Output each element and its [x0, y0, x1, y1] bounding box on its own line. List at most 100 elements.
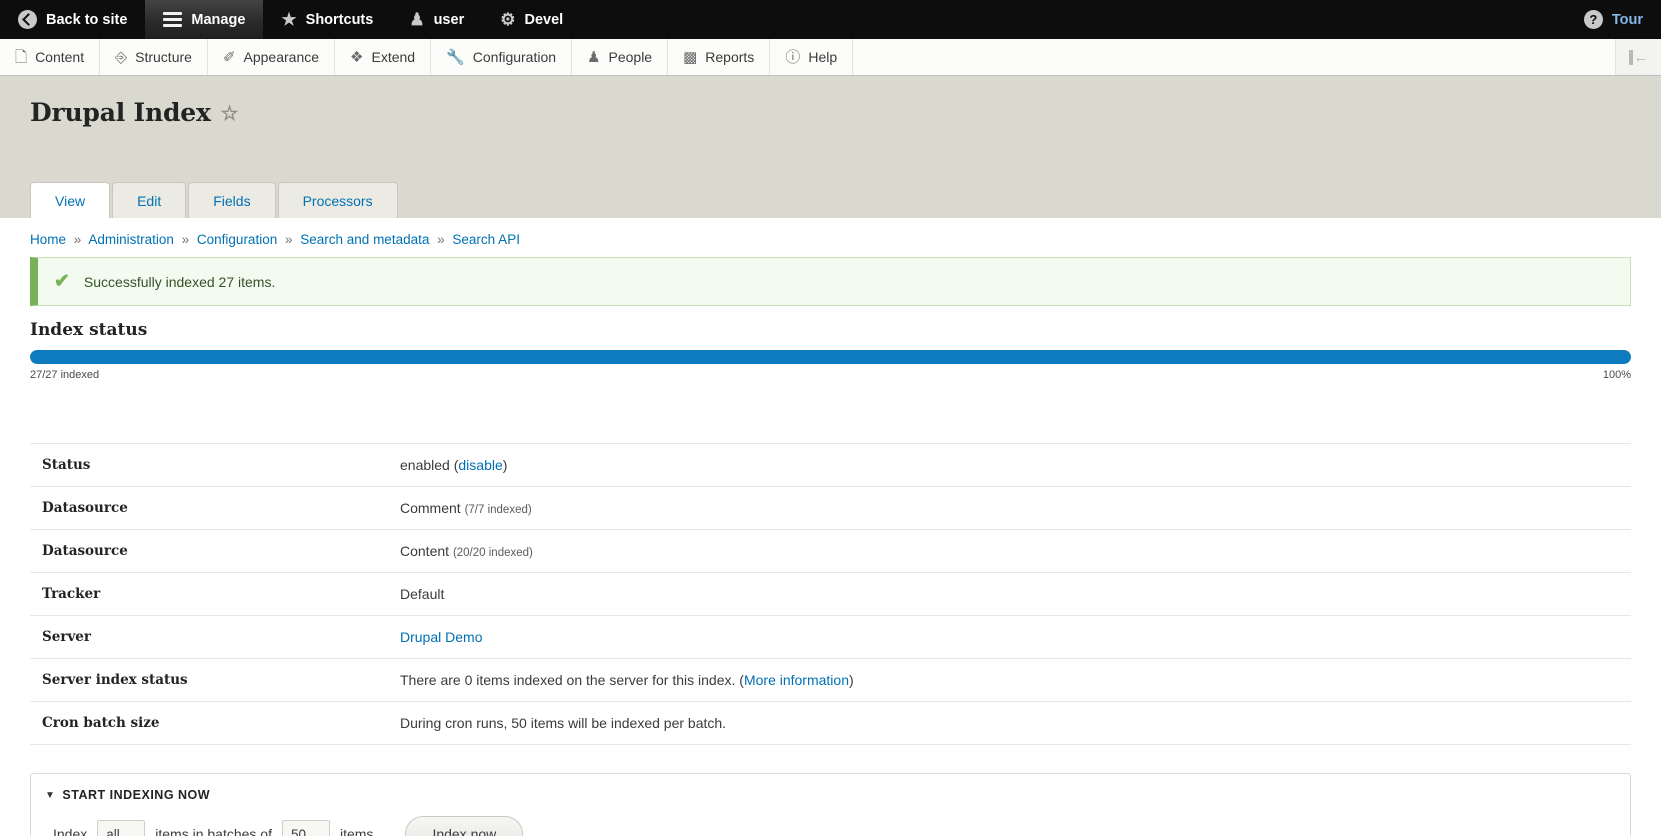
- toolbar-item-tour[interactable]: ? Tour: [1566, 0, 1661, 39]
- index-label-after: items: [339, 826, 374, 836]
- breadcrumb-item-search-api[interactable]: Search API: [452, 232, 520, 247]
- people-icon: ♟: [587, 48, 601, 66]
- breadcrumb-separator: »: [73, 232, 82, 247]
- row-value: Drupal Demo: [390, 616, 1631, 659]
- tab-fields[interactable]: Fields: [188, 182, 276, 218]
- main-content: Home » Administration » Configuration » …: [0, 218, 1661, 836]
- table-row: Status enabled (disable): [30, 443, 1631, 487]
- row-label: Status: [42, 457, 91, 473]
- toolbar-item-label: Manage: [191, 11, 246, 28]
- start-indexing-now-fieldset: ▼ START INDEXING NOW Index items in batc…: [30, 773, 1631, 836]
- table-row: Datasource Comment (7/7 indexed): [30, 487, 1631, 530]
- menu-item-content[interactable]: 🗋 Content: [0, 39, 101, 75]
- row-value-suffix: ): [502, 457, 508, 473]
- menu-item-label: Content: [35, 49, 85, 65]
- breadcrumb-item-search-and-metadata[interactable]: Search and metadata: [300, 232, 429, 247]
- toolbar-orientation-toggle[interactable]: ←: [1616, 39, 1661, 75]
- menu-item-label: Appearance: [243, 49, 320, 65]
- disable-link[interactable]: disable: [458, 457, 502, 473]
- toolbar-item-shortcuts[interactable]: ★ Shortcuts: [263, 0, 391, 39]
- table-row: Server index status There are 0 items in…: [30, 659, 1631, 702]
- menu-item-extend[interactable]: ❖ Extend: [335, 39, 432, 75]
- server-link[interactable]: Drupal Demo: [400, 629, 482, 645]
- menu-item-people[interactable]: ♟ People: [572, 39, 669, 75]
- table-row: Datasource Content (20/20 indexed): [30, 530, 1631, 573]
- menu-item-label: Configuration: [472, 49, 557, 65]
- tab-edit[interactable]: Edit: [112, 182, 187, 218]
- index-info-table: Status enabled (disable) Datasource Comm…: [30, 443, 1631, 745]
- menu-item-structure[interactable]: ⎆ Structure: [100, 39, 208, 75]
- menu-item-appearance[interactable]: ✐ Appearance: [208, 39, 336, 75]
- star-outline-icon[interactable]: ☆: [221, 103, 239, 123]
- progress-labels: 27/27 indexed 100%: [30, 369, 1631, 381]
- menu-item-label: Structure: [135, 49, 192, 65]
- status-message-text: Successfully indexed 27 items.: [83, 273, 276, 290]
- tab-processors[interactable]: Processors: [277, 182, 398, 218]
- toolbar-item-manage[interactable]: Manage: [145, 0, 264, 39]
- toolbar-item-label: Devel: [524, 11, 564, 28]
- hamburger-icon: [163, 12, 183, 27]
- breadcrumb-separator: »: [284, 232, 293, 247]
- gear-icon: ⚙: [500, 10, 516, 29]
- index-now-button[interactable]: Index now: [405, 816, 524, 836]
- admin-menu-bar: 🗋 Content ⎆ Structure ✐ Appearance ❖ Ext…: [0, 39, 1661, 76]
- row-label: Server index status: [42, 672, 188, 688]
- fieldset-legend[interactable]: ▼ START INDEXING NOW: [31, 774, 1630, 808]
- row-label: Cron batch size: [42, 715, 160, 731]
- row-value-text: There are 0 items indexed on the server …: [400, 672, 744, 688]
- row-value: Default: [400, 586, 445, 602]
- more-information-link[interactable]: More information: [744, 672, 849, 688]
- row-value-note: (7/7 indexed): [464, 504, 532, 516]
- row-value: enabled (disable): [390, 444, 1631, 487]
- index-label-before: Index: [53, 826, 88, 836]
- row-label: Datasource: [42, 543, 128, 559]
- back-circle-icon: [18, 10, 37, 29]
- help-circle-icon: ⓘ: [785, 48, 801, 66]
- breadcrumb-separator: »: [181, 232, 190, 247]
- row-value-suffix: ): [849, 672, 854, 688]
- row-value-text: Content: [400, 543, 453, 559]
- row-value-note: (20/20 indexed): [452, 547, 533, 559]
- index-label-middle: items in batches of: [155, 826, 272, 836]
- breadcrumb-item-home[interactable]: Home: [30, 232, 66, 247]
- person-icon: ♟: [409, 10, 425, 29]
- toolbar-item-devel[interactable]: ⚙ Devel: [482, 0, 581, 39]
- index-status-heading: Index status: [30, 320, 148, 340]
- help-circle-icon: ?: [1583, 10, 1603, 29]
- batch-size-input[interactable]: [281, 819, 330, 836]
- breadcrumb-item-configuration[interactable]: Configuration: [197, 232, 277, 247]
- menu-item-label: Help: [808, 49, 838, 65]
- index-amount-input[interactable]: [97, 819, 146, 836]
- tab-view[interactable]: View: [30, 182, 111, 218]
- menu-item-label: Reports: [705, 49, 755, 65]
- progress-track: [30, 350, 1631, 364]
- fieldset-legend-label: START INDEXING NOW: [62, 788, 211, 802]
- menu-item-label: Extend: [371, 49, 416, 65]
- menu-item-configuration[interactable]: 🔧 Configuration: [431, 39, 573, 75]
- row-value-text: enabled (: [400, 457, 459, 473]
- status-message: ✔ Successfully indexed 27 items.: [30, 257, 1631, 306]
- toolbar-item-back-to-site[interactable]: Back to site: [0, 0, 145, 39]
- row-value: During cron runs, 50 items will be index…: [400, 715, 727, 731]
- row-label: Server: [42, 629, 91, 645]
- page-title: Drupal Index ☆: [30, 98, 1631, 127]
- admin-toolbar: Back to site Manage ★ Shortcuts ♟ user ⚙…: [0, 0, 1661, 39]
- file-icon: 🗋: [15, 48, 28, 66]
- breadcrumb-item-administration[interactable]: Administration: [88, 232, 174, 247]
- menu-item-help[interactable]: ⓘ Help: [770, 39, 854, 75]
- toolbar-item-label: Shortcuts: [305, 11, 374, 28]
- structure-icon: ⎆: [115, 48, 128, 66]
- row-label: Tracker: [42, 586, 101, 602]
- menu-filler: [853, 39, 1616, 75]
- toolbar-item-user[interactable]: ♟ user: [391, 0, 482, 39]
- toolbar-orientation-icon: ←: [1628, 49, 1649, 65]
- progress-percent-label: 100%: [1602, 369, 1631, 381]
- toolbar-item-label: Back to site: [46, 11, 128, 28]
- bar-chart-icon: ▩: [683, 48, 698, 66]
- breadcrumb-separator: »: [437, 232, 445, 247]
- menu-item-reports[interactable]: ▩ Reports: [668, 39, 771, 75]
- row-value: Content (20/20 indexed): [390, 530, 1631, 573]
- chevron-down-icon: ▼: [45, 789, 56, 801]
- row-label: Datasource: [42, 500, 128, 516]
- row-value: There are 0 items indexed on the server …: [390, 659, 1631, 702]
